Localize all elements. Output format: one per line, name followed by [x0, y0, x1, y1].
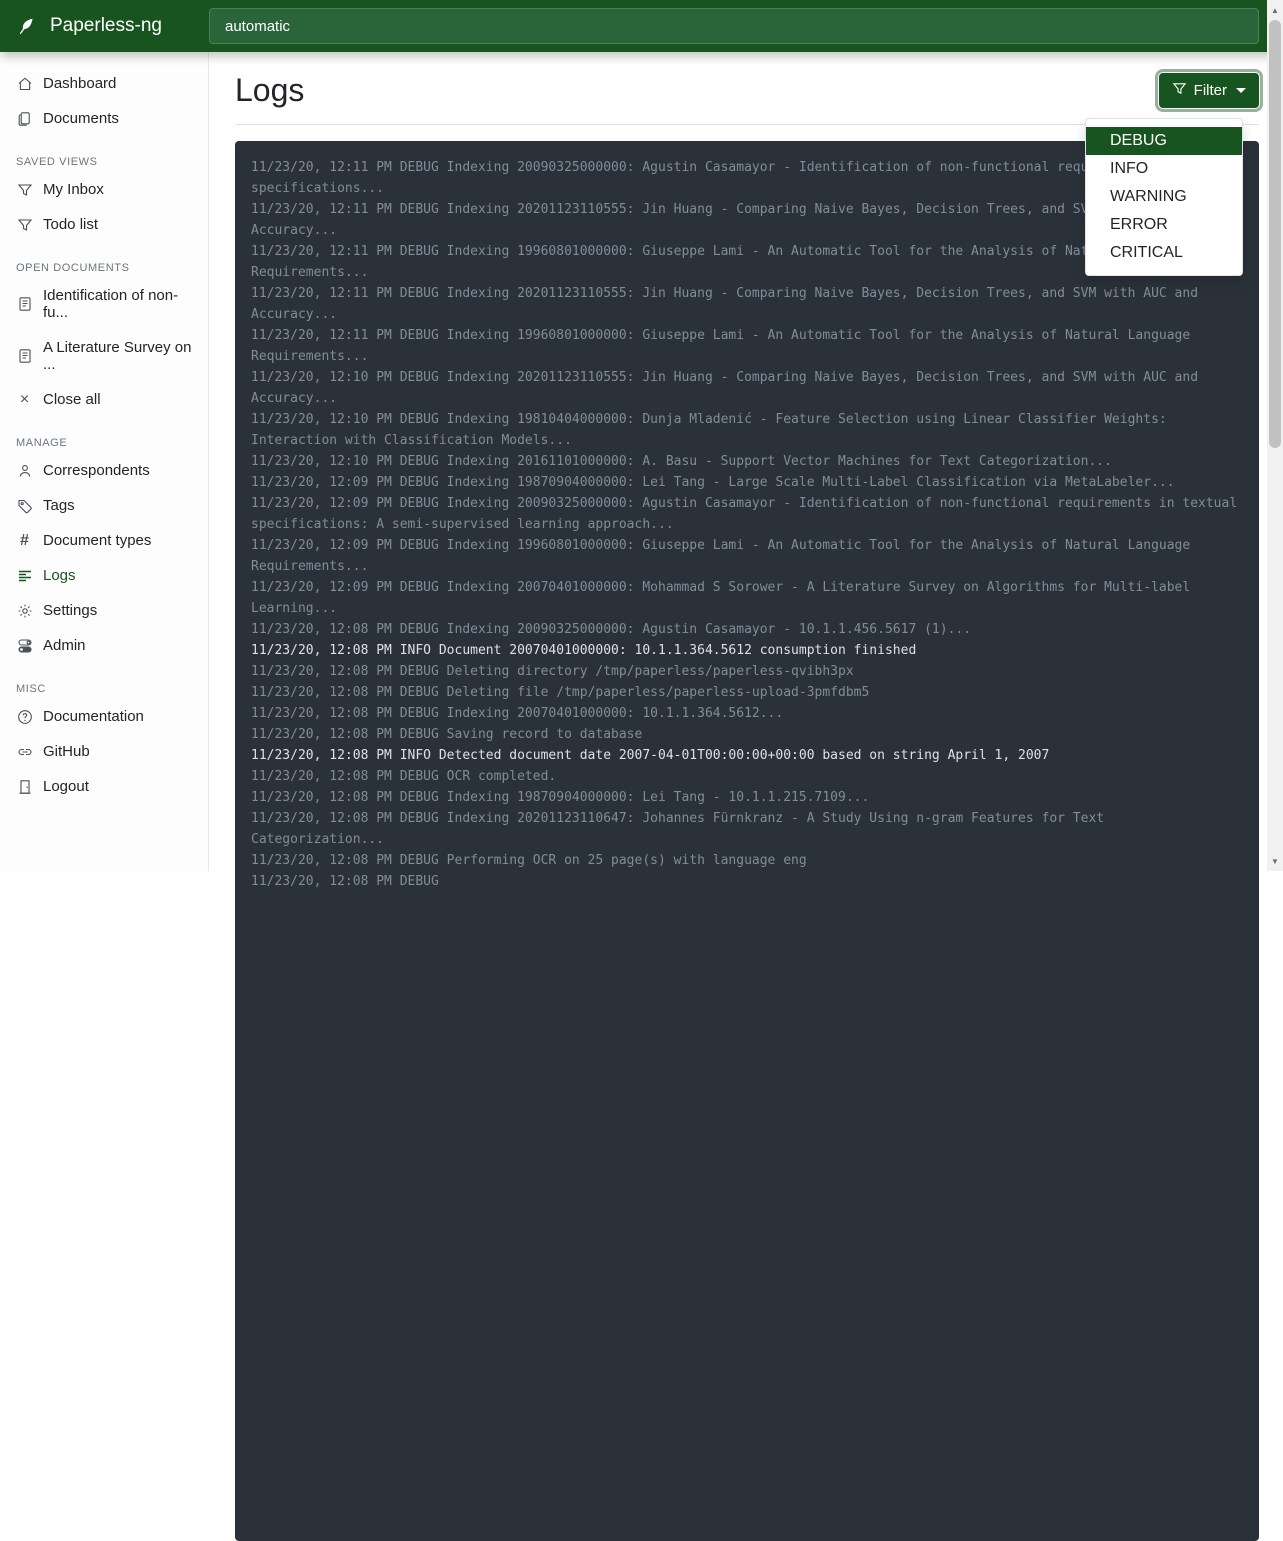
page-title: Logs [235, 72, 304, 109]
sidebar-item-documents[interactable]: Documents [0, 101, 208, 136]
sidebar-item-settings[interactable]: Settings [0, 593, 208, 628]
sidebar-item-todo-list[interactable]: Todo list [0, 207, 208, 242]
sidebar-item-label: Tags [43, 497, 75, 514]
filter-option-critical[interactable]: CRITICAL [1086, 239, 1242, 267]
sidebar-item-admin[interactable]: Admin [0, 628, 208, 663]
log-line: 11/23/20, 12:09 PM DEBUG Indexing 198709… [251, 472, 1243, 493]
sidebar-item-label: My Inbox [43, 181, 104, 198]
sidebar-item-documentation[interactable]: Documentation [0, 699, 208, 734]
sidebar-item-my-inbox[interactable]: My Inbox [0, 172, 208, 207]
filter-option-warning[interactable]: WARNING [1086, 183, 1242, 211]
gear-icon [16, 602, 33, 619]
sidebar-item-open-doc-1[interactable]: Identification of non-fu... [0, 278, 208, 330]
log-line: 11/23/20, 12:08 PM DEBUG Deleting direct… [251, 661, 1243, 682]
filter-button-label: Filter [1194, 82, 1227, 99]
tag-icon [16, 497, 33, 514]
sidebar-item-label: A Literature Survey on ... [43, 339, 192, 373]
scrollbar-thumb[interactable] [1269, 20, 1281, 448]
log-line: 11/23/20, 12:11 PM DEBUG Indexing 199608… [251, 325, 1243, 367]
sidebar-heading-manage: MANAGE [16, 437, 192, 449]
log-line: 11/23/20, 12:11 PM DEBUG Indexing 202011… [251, 283, 1243, 325]
log-line-info: 11/23/20, 12:08 PM INFO Detected documen… [251, 745, 1243, 766]
sidebar-heading-misc: MISC [16, 683, 192, 695]
filter-option-debug[interactable]: DEBUG [1086, 127, 1242, 155]
page-header: Logs Filter [235, 52, 1259, 125]
text-left-icon [16, 567, 33, 584]
sidebar-item-github[interactable]: GitHub [0, 734, 208, 769]
sidebar-item-label: Documentation [43, 708, 144, 725]
chevron-down-icon [1236, 88, 1246, 93]
sidebar-item-label: Correspondents [43, 462, 150, 479]
sidebar-item-dashboard[interactable]: Dashboard [0, 66, 208, 101]
sidebar-item-label: Logout [43, 778, 89, 795]
funnel-icon [16, 216, 33, 233]
person-icon [16, 462, 33, 479]
sidebar-item-label: Logs [43, 567, 76, 584]
browser-scrollbar[interactable]: ▲ ▼ [1267, 0, 1283, 871]
scrollbar-up-icon[interactable]: ▲ [1267, 2, 1283, 18]
sidebar: Dashboard Documents SAVED VIEWS My Inbox… [0, 52, 209, 871]
house-icon [16, 75, 33, 92]
sidebar-item-label: Documents [43, 110, 119, 127]
sidebar-item-document-types[interactable]: # Document types [0, 523, 208, 558]
brand[interactable]: Paperless-ng [0, 15, 209, 37]
filter-dropdown-menu: DEBUG INFO WARNING ERROR CRITICAL [1085, 118, 1243, 276]
log-line: 11/23/20, 12:09 PM DEBUG Indexing 200903… [251, 493, 1243, 535]
sidebar-item-label: Admin [43, 637, 86, 654]
log-line: 11/23/20, 12:08 PM DEBUG Indexing 202011… [251, 808, 1243, 850]
door-icon [16, 778, 33, 795]
log-line: 11/23/20, 12:09 PM DEBUG Indexing 200704… [251, 577, 1243, 619]
search-input[interactable] [209, 8, 1259, 44]
log-line: 11/23/20, 12:08 PM DEBUG Indexing 200903… [251, 619, 1243, 640]
sidebar-item-open-doc-2[interactable]: A Literature Survey on ... [0, 330, 208, 382]
sidebar-item-label: Identification of non-fu... [43, 287, 192, 321]
sidebar-item-tags[interactable]: Tags [0, 488, 208, 523]
leaf-icon [16, 15, 38, 37]
sidebar-heading-saved-views: SAVED VIEWS [16, 156, 192, 168]
log-line: 11/23/20, 12:08 PM DEBUG Performing OCR … [251, 850, 1243, 871]
log-line: 11/23/20, 12:08 PM DEBUG Saving record t… [251, 724, 1243, 745]
log-line: 11/23/20, 12:10 PM DEBUG Indexing 202011… [251, 367, 1243, 409]
log-line: 11/23/20, 12:09 PM DEBUG Indexing 199608… [251, 535, 1243, 577]
scrollbar-down-icon[interactable]: ▼ [1267, 853, 1283, 869]
log-line: 11/23/20, 12:10 PM DEBUG Indexing 201611… [251, 451, 1243, 472]
sidebar-item-label: Close all [43, 391, 101, 408]
log-output[interactable]: 11/23/20, 12:11 PM DEBUG Indexing 200903… [235, 141, 1259, 1541]
sidebar-heading-open-documents: OPEN DOCUMENTS [16, 262, 192, 274]
sidebar-item-close-all[interactable]: × Close all [0, 382, 208, 417]
file-text-icon [16, 348, 33, 365]
sidebar-item-label: Dashboard [43, 75, 116, 92]
log-line: 11/23/20, 12:08 PM DEBUG Indexing 200704… [251, 703, 1243, 724]
sidebar-item-label: GitHub [43, 743, 90, 760]
sidebar-item-logout[interactable]: Logout [0, 769, 208, 804]
filter-option-error[interactable]: ERROR [1086, 211, 1242, 239]
log-line: 11/23/20, 12:10 PM DEBUG Indexing 198104… [251, 409, 1243, 451]
question-circle-icon [16, 708, 33, 725]
log-line-info: 11/23/20, 12:08 PM INFO Document 2007040… [251, 640, 1243, 661]
hash-icon: # [16, 532, 33, 549]
brand-name: Paperless-ng [50, 15, 162, 37]
log-line: 11/23/20, 12:08 PM DEBUG [251, 871, 1243, 892]
sidebar-item-label: Document types [43, 532, 151, 549]
top-navbar: Paperless-ng [0, 0, 1283, 52]
files-icon [16, 110, 33, 127]
sidebar-item-label: Todo list [43, 216, 98, 233]
filter-button[interactable]: Filter [1159, 73, 1259, 108]
file-text-icon [16, 296, 33, 313]
log-line: 11/23/20, 12:08 PM DEBUG Indexing 198709… [251, 787, 1243, 808]
link-icon [16, 743, 33, 760]
log-line: 11/23/20, 12:08 PM DEBUG Deleting file /… [251, 682, 1243, 703]
log-line: 11/23/20, 12:08 PM DEBUG OCR completed. [251, 766, 1243, 787]
filter-option-info[interactable]: INFO [1086, 155, 1242, 183]
sidebar-item-logs[interactable]: Logs [0, 558, 208, 593]
sidebar-item-correspondents[interactable]: Correspondents [0, 453, 208, 488]
funnel-icon [16, 181, 33, 198]
close-icon: × [16, 391, 33, 408]
funnel-icon [1172, 81, 1187, 100]
toggles-icon [16, 637, 33, 654]
sidebar-item-label: Settings [43, 602, 97, 619]
